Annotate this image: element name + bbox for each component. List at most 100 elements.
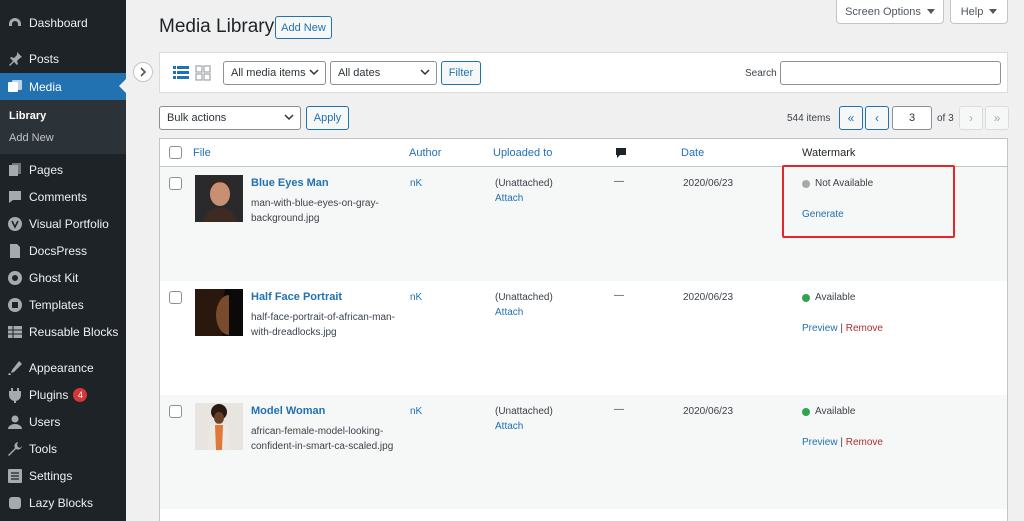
sidebar-item-settings[interactable]: Settings: [0, 462, 126, 489]
ghost-kit-icon: [6, 269, 24, 287]
attach-link[interactable]: Attach: [495, 307, 523, 318]
uploaded-to-status: (Unattached): [495, 178, 553, 189]
watermark-status-label: Available: [815, 406, 856, 417]
preview-watermark-link[interactable]: Preview: [802, 323, 838, 334]
column-watermark: Watermark: [802, 147, 856, 159]
comment-bubble-icon[interactable]: [615, 147, 627, 159]
screen-options-button[interactable]: Screen Options: [836, 0, 944, 24]
sidebar-item-label: DocsPress: [29, 243, 88, 258]
sidebar-item-plugins[interactable]: Plugins 4: [0, 381, 126, 408]
sidebar-item-label: Posts: [29, 51, 60, 66]
sidebar-item-label: Appearance: [29, 360, 94, 375]
previous-page-button[interactable]: ‹: [865, 106, 889, 130]
watermark-status: Available: [802, 406, 855, 417]
collapse-menu-button[interactable]: [133, 62, 153, 82]
sidebar-item-tools[interactable]: Tools: [0, 435, 126, 462]
row-checkbox[interactable]: [169, 405, 182, 418]
sidebar-item-label: Tools: [29, 441, 58, 456]
blocks-icon: [6, 323, 24, 341]
column-file[interactable]: File: [193, 147, 211, 159]
add-new-button[interactable]: Add New: [275, 16, 332, 39]
sidebar-item-label: Templates: [29, 297, 84, 312]
sidebar-item-posts[interactable]: Posts: [0, 45, 126, 72]
watermark-status-label: Available: [815, 292, 856, 303]
sidebar-item-docspress[interactable]: DocsPress: [0, 237, 126, 264]
caret-down-icon: [989, 8, 998, 14]
docs-icon: [6, 242, 24, 260]
table-row: Model Woman african-female-model-looking…: [160, 395, 1007, 509]
media-type-value: All media items: [231, 67, 306, 79]
lazy-blocks-icon: [6, 494, 24, 512]
remove-watermark-link[interactable]: Remove: [846, 323, 883, 334]
sidebar-item-users[interactable]: Users: [0, 408, 126, 435]
page-title: Media Library: [159, 16, 275, 37]
sidebar-item-ghost-kit[interactable]: Ghost Kit: [0, 264, 126, 291]
comment-count: —: [614, 176, 624, 187]
sidebar-item-visual-portfolio[interactable]: Visual Portfolio: [0, 210, 126, 237]
sidebar-item-label: Pages: [29, 162, 64, 177]
grid-view-icon[interactable]: [195, 65, 211, 81]
upload-date: 2020/06/23: [683, 406, 734, 417]
sidebar-item-label: Media: [29, 79, 62, 94]
apply-button[interactable]: Apply: [306, 106, 349, 130]
thumbnail-half-face-portrait[interactable]: [195, 289, 243, 336]
select-all-checkbox[interactable]: [169, 146, 182, 159]
last-page-button: »: [985, 106, 1009, 130]
media-type-select[interactable]: All media items: [223, 61, 326, 85]
column-date[interactable]: Date: [681, 147, 704, 159]
attach-link[interactable]: Attach: [495, 421, 523, 432]
list-view-icon[interactable]: [173, 65, 189, 81]
uploaded-to-status: (Unattached): [495, 292, 553, 303]
watermark-actions: Preview | Remove: [802, 437, 883, 448]
preview-watermark-link[interactable]: Preview: [802, 437, 838, 448]
sidebar-item-comments[interactable]: Comments: [0, 183, 126, 210]
dashboard-icon: [6, 14, 24, 32]
thumbnail-model-woman[interactable]: [195, 403, 243, 450]
bulk-actions-select[interactable]: Bulk actions: [159, 106, 301, 130]
media-title-link[interactable]: Half Face Portrait: [251, 291, 342, 303]
current-page-input[interactable]: 3: [892, 106, 932, 130]
media-filename: man-with-blue-eyes-on-gray-background.jp…: [251, 198, 379, 224]
sidebar-item-label: Users: [29, 414, 61, 429]
sidebar-item-reusable-blocks[interactable]: Reusable Blocks: [0, 318, 126, 345]
thumbnail-blue-eyes-man[interactable]: [195, 175, 243, 222]
status-dot: [802, 407, 810, 416]
sidebar-item-lazy-blocks[interactable]: Lazy Blocks: [0, 489, 126, 516]
plugins-icon: [6, 386, 24, 404]
remove-watermark-link[interactable]: Remove: [846, 437, 883, 448]
row-checkbox[interactable]: [169, 177, 182, 190]
sidebar-item-media[interactable]: Media: [0, 73, 126, 100]
pin-icon: [6, 50, 24, 68]
first-page-button[interactable]: «: [839, 106, 863, 130]
search-input[interactable]: [780, 61, 1001, 85]
sidebar-item-pages[interactable]: Pages: [0, 156, 126, 183]
admin-sidebar: Dashboard Posts Media Library Add New Pa…: [0, 0, 126, 521]
author-link[interactable]: nK: [410, 292, 422, 303]
row-checkbox[interactable]: [169, 291, 182, 304]
help-button[interactable]: Help: [950, 0, 1008, 24]
media-title-link[interactable]: Model Woman: [251, 405, 325, 417]
chevron-down-icon: [420, 69, 430, 76]
sidebar-item-label: Comments: [29, 189, 88, 204]
media-submenu: Library Add New: [0, 100, 126, 154]
sidebar-item-label: Reusable Blocks: [29, 324, 119, 339]
plugins-update-badge: 4: [73, 387, 88, 402]
date-select[interactable]: All dates: [330, 61, 437, 85]
attach-link[interactable]: Attach: [495, 193, 523, 204]
media-filename: african-female-model-looking-confident-i…: [251, 426, 394, 452]
media-icon: [6, 78, 24, 96]
watermark-status: Available: [802, 292, 855, 303]
author-link[interactable]: nK: [410, 406, 422, 417]
sidebar-item-templates[interactable]: Templates: [0, 291, 126, 318]
chevron-down-icon: [309, 69, 319, 76]
column-author[interactable]: Author: [409, 147, 441, 159]
comment-count: —: [614, 404, 624, 415]
sidebar-item-appearance[interactable]: Appearance: [0, 354, 126, 381]
sidebar-item-dashboard[interactable]: Dashboard: [0, 9, 126, 36]
submenu-item-add-new[interactable]: Add New: [9, 132, 54, 144]
column-uploaded-to[interactable]: Uploaded to: [493, 147, 552, 159]
media-title-link[interactable]: Blue Eyes Man: [251, 177, 329, 189]
filter-button[interactable]: Filter: [441, 61, 481, 85]
author-link[interactable]: nK: [410, 178, 422, 189]
submenu-item-library[interactable]: Library: [9, 110, 46, 122]
